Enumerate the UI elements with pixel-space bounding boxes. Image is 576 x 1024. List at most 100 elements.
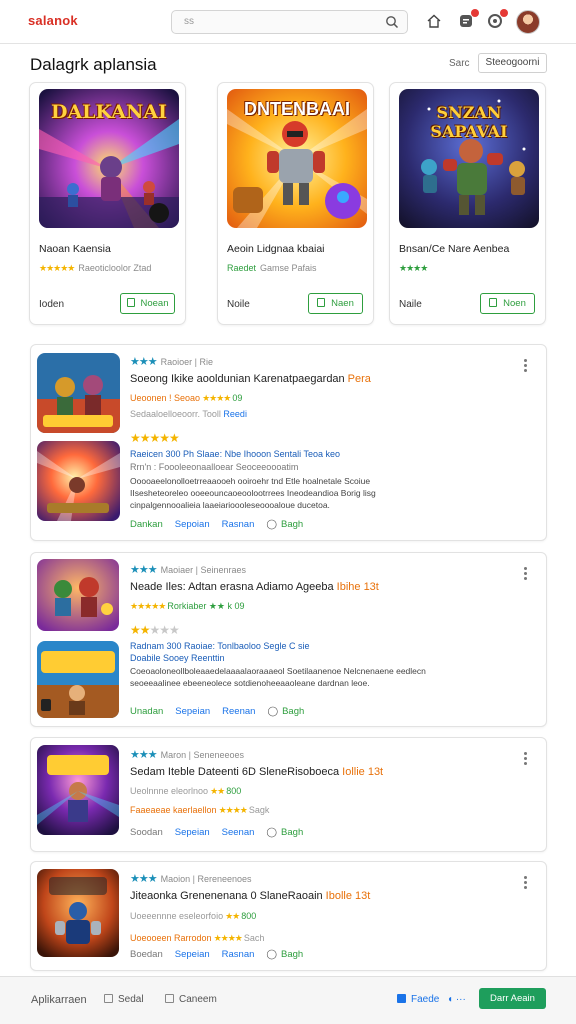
subline-stars: ★★ bbox=[225, 911, 240, 921]
subline-2-tail: Sach bbox=[243, 933, 265, 943]
info-icon: ◯ bbox=[266, 949, 278, 960]
app-thumbnail[interactable] bbox=[37, 559, 119, 631]
app-subline-2: Uoeooeen Rarrodon ★★★★ Sach bbox=[130, 933, 264, 944]
avatar[interactable] bbox=[516, 10, 540, 34]
action-review[interactable]: Seenan bbox=[222, 827, 255, 838]
info-icon: ◯ bbox=[267, 706, 279, 717]
search-icon[interactable] bbox=[385, 15, 399, 29]
footer-brand[interactable]: Aplikarraen bbox=[31, 994, 87, 1006]
app-thumbnail[interactable] bbox=[37, 441, 120, 521]
footer-link-2-label: Caneem bbox=[179, 994, 217, 1005]
list-item[interactable]: ★★★ Maoion | Rereneenoes Jiteaonka Grenen… bbox=[30, 861, 547, 971]
title-accent: Ibihe 13t bbox=[336, 581, 379, 593]
grid-icon bbox=[104, 994, 113, 1003]
featured-card[interactable]: DNTENBAAI Aeoin Lidgnaa kbaiai Raedet Gam… bbox=[217, 82, 374, 325]
featured-card[interactable]: SNZAN SAPAVAI Bnsan/Ce Nare Aenbea ★★★★ … bbox=[389, 82, 546, 325]
share-icon[interactable]: ◖ ··· bbox=[447, 994, 466, 1005]
action-download[interactable]: Soodan bbox=[130, 827, 163, 838]
app-title[interactable]: Soeong Ikike aooldunian Karenatpaegardan… bbox=[130, 373, 371, 385]
app-title-text: Jiteaonka Grenenenana 0 SlaneRaoain bbox=[130, 890, 323, 902]
rating-stars: ★★★★★ bbox=[130, 431, 180, 445]
action-share[interactable]: Sepeian bbox=[175, 706, 210, 717]
messages-badge bbox=[500, 9, 508, 17]
action-report[interactable]: ◯ Bagh bbox=[266, 949, 315, 960]
subline-2-tail: Sagk bbox=[248, 805, 270, 815]
app-thumbnail[interactable] bbox=[37, 869, 119, 957]
category-text: Raoioer | Rie bbox=[160, 357, 213, 367]
action-share[interactable]: Sepeian bbox=[175, 949, 210, 960]
more-options-icon[interactable] bbox=[524, 752, 528, 766]
app-artwork[interactable]: DALKANAI bbox=[39, 89, 179, 228]
more-options-icon[interactable] bbox=[524, 876, 528, 890]
category-text: Maoiaer | Seinenraes bbox=[160, 565, 246, 575]
app-info-line[interactable]: Radnam 300 Raoiae: Tonlbaoloo Segle C si… bbox=[130, 641, 309, 651]
rating-stars: ★★★★★ bbox=[130, 623, 180, 637]
title-accent: Ibolle 13t bbox=[325, 890, 371, 902]
subline-value: 09 bbox=[232, 393, 243, 403]
app-title[interactable]: Jiteaonka Grenenenana 0 SlaneRaoain Iboll… bbox=[130, 890, 370, 902]
app-thumbnail[interactable] bbox=[37, 353, 120, 433]
rating-stars-on: ★★★★★ bbox=[130, 431, 180, 445]
app-title-text: Soeong Ikike aooldunian Karenatpaegardan bbox=[130, 373, 345, 385]
app-artwork[interactable]: SNZAN SAPAVAI bbox=[399, 89, 539, 228]
search-placeholder: ss bbox=[184, 16, 194, 27]
category-text: Maron | Seneneeoes bbox=[160, 750, 244, 760]
action-review[interactable]: Rasnan bbox=[222, 949, 255, 960]
notification-icon[interactable] bbox=[457, 9, 479, 30]
subline-2-link[interactable]: Reedi bbox=[223, 409, 247, 419]
primary-cta-button[interactable]: Darr Aeain bbox=[479, 988, 546, 1009]
app-thumbnail[interactable] bbox=[37, 641, 119, 718]
list-item[interactable]: ★★★ Raoioer | Rie Soeong Ikike aooldunian… bbox=[30, 344, 547, 541]
more-options-icon[interactable] bbox=[524, 359, 528, 373]
sort-dropdown[interactable]: Steeogoorni bbox=[478, 53, 547, 73]
action-share[interactable]: Sepoian bbox=[175, 519, 210, 530]
app-logo[interactable]: salanok bbox=[28, 13, 78, 28]
action-report[interactable]: ◯ Bagh bbox=[266, 827, 315, 838]
app-title[interactable]: Bnsan/Ce Nare Aenbea bbox=[399, 243, 509, 255]
page-title: Dalagrk aplansia bbox=[30, 55, 157, 74]
artwork-title: DALKANAI bbox=[50, 101, 168, 123]
action-download[interactable]: Boedan bbox=[130, 949, 163, 960]
install-button-label: Noen bbox=[503, 298, 526, 309]
action-download[interactable]: Unadan bbox=[130, 706, 163, 717]
action-download[interactable]: Dankan bbox=[130, 519, 163, 530]
download-icon bbox=[489, 298, 498, 307]
install-button-label: Noean bbox=[140, 298, 169, 309]
subline-text: Ueoonen ! Seoao bbox=[130, 393, 201, 403]
footer-link-1[interactable]: Sedal bbox=[104, 994, 144, 1005]
action-review[interactable]: Reenan bbox=[222, 706, 255, 717]
app-info-line[interactable]: Raeicen 300 Ph Slaae: Nbe Ihooon Sentali… bbox=[130, 449, 340, 459]
install-button[interactable]: Naen bbox=[308, 293, 363, 314]
messages-icon[interactable] bbox=[486, 9, 508, 30]
featured-card[interactable]: DALKANAI Naoan Kaensia ★★★★★ Raeoticloolo… bbox=[29, 82, 186, 325]
subline-stars: ★★ bbox=[210, 786, 225, 796]
action-review[interactable]: Rasnan bbox=[222, 519, 255, 530]
app-meta: ★★★★ bbox=[399, 263, 431, 274]
action-share[interactable]: Sepeian bbox=[175, 827, 210, 838]
more-options-icon[interactable] bbox=[524, 567, 528, 581]
app-artwork[interactable]: DNTENBAAI bbox=[227, 89, 367, 228]
app-price: Naile bbox=[399, 299, 422, 310]
home-icon[interactable] bbox=[425, 12, 443, 30]
app-meta: ★★★★★ Raeoticloolor Ztad bbox=[39, 263, 151, 274]
app-title[interactable]: Aeoin Lidgnaa kbaiai bbox=[227, 243, 325, 255]
subline-value: Rorkiaber ★★ k 09 bbox=[167, 601, 245, 611]
install-button[interactable]: Noen bbox=[480, 293, 535, 314]
search-input[interactable]: ss bbox=[171, 10, 408, 34]
title-accent: Iollie 13t bbox=[342, 766, 384, 778]
rating-stars: ★★★★ bbox=[399, 263, 428, 273]
action-report[interactable]: ◯ Bagh bbox=[267, 706, 316, 717]
list-item[interactable]: ★★★ Maoiaer | Seinenraes Neade Iles: Adta… bbox=[30, 552, 547, 727]
app-title[interactable]: Naoan Kaensia bbox=[39, 243, 111, 255]
app-subline: Ueoonen ! Seoao ★★★★ 09 bbox=[130, 393, 242, 404]
footer-link-2[interactable]: Caneem bbox=[165, 994, 217, 1005]
action-report[interactable]: ◯ Bagh bbox=[266, 519, 315, 530]
footer-link-blue[interactable]: Faede bbox=[397, 994, 439, 1005]
list-item[interactable]: ★★★ Maron | Seneneeoes Sedam Iteble Datee… bbox=[30, 737, 547, 852]
app-title[interactable]: Sedam Iteble Dateenti 6D SleneRisoboeca I… bbox=[130, 766, 383, 778]
app-thumbnail[interactable] bbox=[37, 745, 119, 835]
subline-text: Uoeeennne eseleorfoio bbox=[130, 911, 224, 921]
install-button[interactable]: Noean bbox=[120, 293, 175, 314]
app-category: ★★★ Maoion | Rereneenoes bbox=[130, 872, 252, 885]
app-title[interactable]: Neade Iles: Adtan erasna Adiamo Ageeba Ib… bbox=[130, 581, 379, 593]
